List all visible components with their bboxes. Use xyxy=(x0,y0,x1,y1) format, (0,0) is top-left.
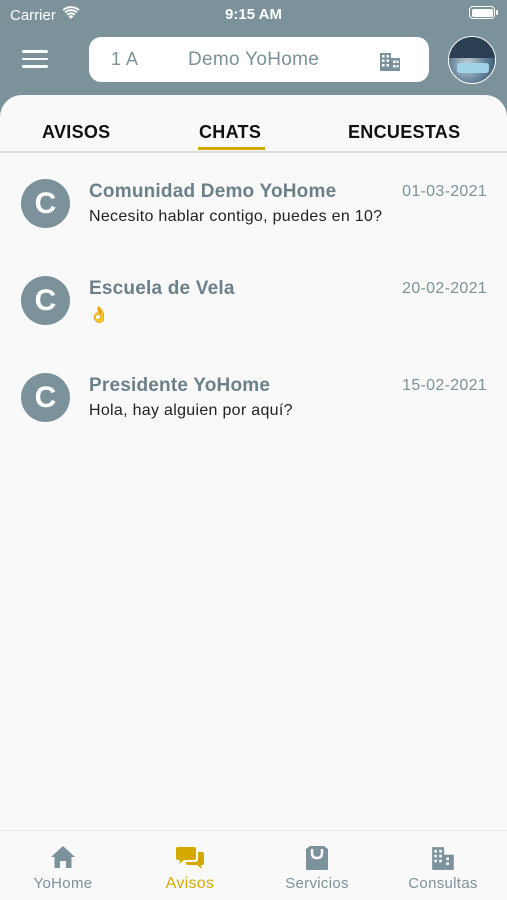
content-card: AVISOS CHATS ENCUESTAS C Comunidad Demo … xyxy=(0,95,507,830)
chat-list-item[interactable]: C Comunidad Demo YoHome 01-03-2021 Neces… xyxy=(0,177,507,267)
hamburger-menu-icon[interactable] xyxy=(22,50,48,70)
active-tab-indicator xyxy=(198,147,265,150)
chat-last-message: Hola, hay alguien por aquí? xyxy=(89,402,293,419)
community-name: Demo YoHome xyxy=(188,48,320,70)
nav-item-avisos[interactable]: Avisos xyxy=(127,831,253,900)
chat-bubbles-icon xyxy=(127,845,253,871)
chat-date: 20-02-2021 xyxy=(402,280,487,297)
tab-chats[interactable]: CHATS xyxy=(199,122,261,143)
nav-item-servicios[interactable]: Servicios xyxy=(254,831,380,900)
chat-date: 15-02-2021 xyxy=(402,377,487,394)
nav-label: Avisos xyxy=(165,875,215,892)
chat-avatar: C xyxy=(21,373,70,422)
chat-date: 01-03-2021 xyxy=(402,183,487,200)
status-bar: Carrier 9:15 AM xyxy=(0,0,507,28)
unit-label: 1 A xyxy=(111,49,139,69)
chat-name: Comunidad Demo YoHome xyxy=(89,181,337,202)
battery-icon xyxy=(469,6,498,19)
chat-avatar: C xyxy=(21,276,70,325)
nav-label: Servicios xyxy=(285,875,349,892)
nav-item-yohome[interactable]: YoHome xyxy=(0,831,126,900)
status-right xyxy=(469,6,498,19)
user-avatar[interactable] xyxy=(448,36,496,84)
community-selector[interactable]: 1 A Demo YoHome xyxy=(89,37,429,82)
tab-avisos[interactable]: AVISOS xyxy=(42,122,110,143)
nav-label: Consultas xyxy=(408,875,478,892)
shopping-bag-icon xyxy=(254,845,380,871)
chat-list-item[interactable]: C Escuela de Vela 20-02-2021 👌 xyxy=(0,275,507,365)
chat-last-message: 👌 xyxy=(89,307,110,324)
tab-encuestas[interactable]: ENCUESTAS xyxy=(348,122,460,143)
nav-item-consultas[interactable]: Consultas xyxy=(380,831,506,900)
status-time: 9:15 AM xyxy=(225,6,282,23)
tab-bar: AVISOS CHATS ENCUESTAS xyxy=(0,95,507,153)
nav-label: YoHome xyxy=(33,875,93,892)
chat-list-item[interactable]: C Presidente YoHome 15-02-2021 Hola, hay… xyxy=(0,373,507,463)
chat-last-message: Necesito hablar contigo, puedes en 10? xyxy=(89,208,383,225)
chat-name: Escuela de Vela xyxy=(89,278,235,299)
building-icon xyxy=(380,845,506,871)
home-icon xyxy=(0,845,126,869)
bottom-navigation: YoHome Avisos Servicios Consultas xyxy=(0,830,507,900)
building-icon xyxy=(378,48,402,77)
chat-avatar: C xyxy=(21,179,70,228)
chat-name: Presidente YoHome xyxy=(89,375,271,396)
